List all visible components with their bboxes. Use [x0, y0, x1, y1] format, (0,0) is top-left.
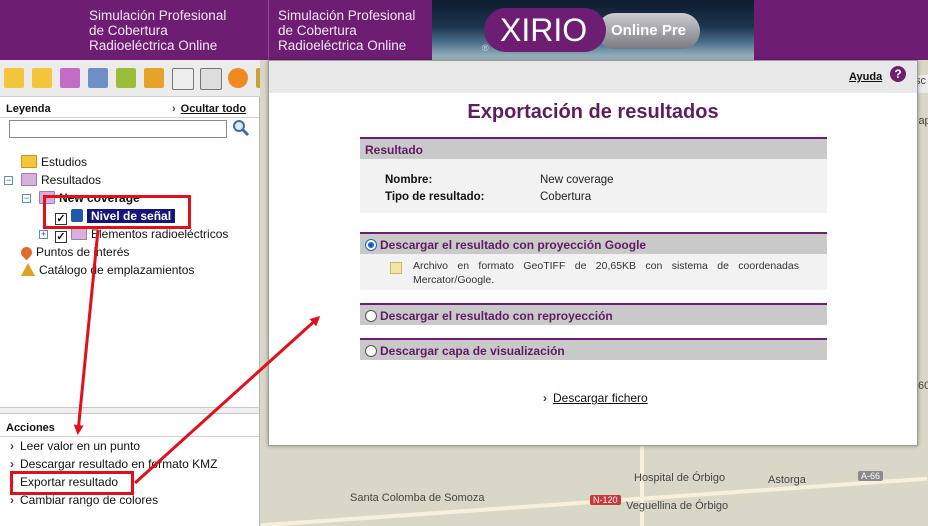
add-point-icon[interactable] [144, 68, 164, 88]
refresh-icon[interactable] [228, 68, 248, 88]
left-panel: Leyenda › Ocultar todo Estudios − Resulta… [0, 97, 260, 526]
layer-radio[interactable] [365, 345, 377, 357]
road-badge: N-120 [590, 495, 621, 505]
chevron-right-icon: › [10, 457, 14, 471]
result-section: Resultado Nombre: New coverage Tipo de r… [360, 137, 827, 213]
brand-text: Simulación Profesional de Cobertura Radi… [89, 8, 227, 53]
help-link[interactable]: Ayuda [849, 71, 882, 83]
actions-title: Acciones [6, 422, 55, 434]
tree-item-points-of-interest[interactable]: Puntos de interés [18, 244, 129, 261]
option-reprojection-section: Descargar el resultado con reproyección [360, 303, 827, 325]
online-pre-badge: Online Pre [597, 13, 700, 49]
open-folder-icon[interactable] [32, 68, 52, 88]
export-dialog: Ayuda ? Exportación de resultados Result… [268, 60, 918, 446]
results-folder-icon[interactable] [60, 68, 80, 88]
actions-divider [0, 436, 259, 437]
expand-elements-icon[interactable]: + [39, 230, 48, 239]
table-icon[interactable] [200, 68, 222, 90]
collapse-coverage-icon[interactable]: − [22, 194, 31, 203]
radio-elements-checkbox[interactable]: ✓ [55, 231, 67, 243]
tower-icon [21, 263, 35, 276]
action-download-kmz[interactable]: › Descargar resultado en formato KMZ [10, 457, 217, 471]
highlight-box [10, 471, 134, 495]
xirio-logo: XIRIO [484, 8, 606, 52]
tree-item-sites-catalog[interactable]: Catálogo de emplazamientos [21, 263, 194, 277]
option-layer-section: Descargar capa de visualización [360, 338, 827, 360]
header-divider [268, 0, 269, 60]
map-place-label: Astorga [768, 474, 806, 486]
toolbar [0, 60, 268, 97]
option-google[interactable]: Descargar el resultado con proyección Go… [360, 232, 827, 254]
name-label: Nombre: [385, 174, 433, 186]
results-folder-icon [21, 173, 37, 186]
dialog-title: Exportación de resultados [467, 101, 719, 123]
chevron-right-icon: › [172, 103, 176, 115]
option-google-description: Archivo en formato GeoTIFF de 20,65KB co… [413, 260, 799, 286]
option-layer[interactable]: Descargar capa de visualización [360, 338, 827, 360]
trademark: ® [482, 43, 489, 53]
type-label: Tipo de resultado: [385, 191, 485, 203]
download-file-link[interactable]: › Descargar fichero [543, 391, 648, 405]
result-details: Nombre: New coverage Tipo de resultado: … [360, 159, 827, 213]
legend-title: Leyenda [6, 103, 51, 115]
collapse-results-icon[interactable]: − [4, 176, 13, 185]
brand-text-overlay: Simulación Profesional de Cobertura Radi… [278, 8, 416, 53]
action-read-value[interactable]: › Leer valor en un punto [10, 439, 140, 453]
option-reprojection[interactable]: Descargar el resultado con reproyección [360, 303, 827, 325]
chevron-right-icon: › [10, 493, 14, 507]
pin-icon [18, 244, 35, 261]
tree-item-results[interactable]: Resultados [21, 173, 101, 187]
map-edge-label: 60 [918, 380, 928, 392]
name-value: New coverage [540, 174, 614, 186]
new-study-icon[interactable] [4, 68, 24, 88]
tree-item-radio-elements[interactable]: ✓ Elementos radioeléctricos [55, 227, 228, 243]
map-place-label: Santa Colomba de Somoza [350, 492, 485, 504]
tree-item-studies[interactable]: Estudios [21, 155, 87, 169]
chevron-right-icon: › [10, 439, 14, 453]
legend-header: Leyenda › Ocultar todo [0, 97, 259, 118]
search-icon[interactable] [232, 119, 250, 137]
option-google-section: Descargar el resultado con proyección Go… [360, 232, 827, 290]
info-sheet-icon[interactable] [172, 68, 194, 90]
map-place-label: Hospital de Órbigo [634, 472, 726, 484]
legend-search-input[interactable] [9, 120, 227, 138]
type-value: Cobertura [540, 191, 592, 203]
highlight-box [43, 195, 191, 229]
help-icon[interactable]: ? [890, 66, 906, 82]
panel-splitter[interactable] [0, 407, 259, 414]
action-change-colors[interactable]: › Cambiar rango de colores [10, 493, 158, 507]
header-bar: Simulación Profesional de Cobertura Radi… [0, 0, 928, 60]
file-icon [390, 262, 402, 274]
option-google-details: Archivo en formato GeoTIFF de 20,65KB co… [360, 254, 827, 290]
folder-icon [21, 155, 37, 168]
google-radio[interactable] [365, 239, 377, 251]
book-icon[interactable] [88, 68, 108, 88]
reprojection-radio[interactable] [365, 310, 377, 322]
add-site-icon[interactable] [116, 68, 136, 88]
road-badge: A-66 [858, 471, 884, 481]
chevron-right-icon: › [543, 391, 547, 405]
dialog-header: Ayuda ? [269, 61, 917, 93]
hide-all-link[interactable]: › Ocultar todo [172, 103, 246, 115]
result-section-header: Resultado [360, 137, 827, 159]
map-place-label: Veguellina de Órbigo [626, 500, 729, 512]
